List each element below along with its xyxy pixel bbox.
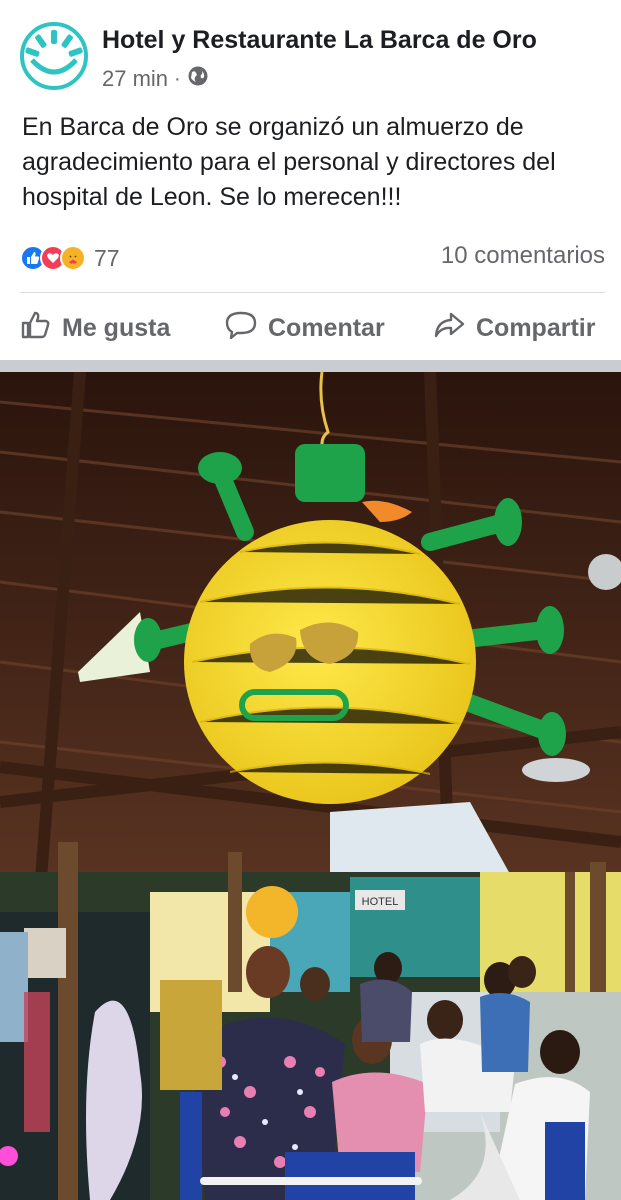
comment-label: Comentar xyxy=(268,313,385,342)
share-label: Compartir xyxy=(476,313,596,342)
post-time[interactable]: 27 min xyxy=(102,66,168,92)
home-indicator[interactable] xyxy=(200,1177,422,1185)
reactions-summary[interactable]: 77 xyxy=(20,240,120,276)
hotel-sign-text: HOTEL xyxy=(362,896,399,908)
care-icon xyxy=(60,245,86,271)
globe-icon xyxy=(187,65,209,93)
post-meta: 27 min · xyxy=(102,65,209,93)
comment-button[interactable]: Comentar xyxy=(224,308,385,348)
like-button[interactable]: Me gusta xyxy=(20,308,170,348)
post-text: En Barca de Oro se organizó un almuerzo … xyxy=(22,113,556,211)
share-button[interactable]: Compartir xyxy=(432,308,595,348)
post-header: Hotel y Restaurante La Barca de Oro 27 m… xyxy=(0,0,621,100)
comments-count-link[interactable]: 10 comentarios xyxy=(441,242,605,270)
post-photo[interactable]: HOTEL xyxy=(0,372,621,1200)
thumbs-up-icon xyxy=(20,309,52,348)
share-arrow-icon xyxy=(432,309,466,348)
page-avatar[interactable] xyxy=(20,22,88,90)
like-label: Me gusta xyxy=(62,313,171,342)
page-name-link[interactable]: Hotel y Restaurante La Barca de Oro xyxy=(102,26,537,55)
comment-bubble-icon xyxy=(224,309,258,348)
actions-divider xyxy=(20,292,605,293)
post-actions: Me gusta Comentar Compartir xyxy=(0,300,621,358)
section-separator xyxy=(0,360,621,372)
reaction-count: 77 xyxy=(94,244,120,271)
meta-separator: · xyxy=(174,67,181,90)
